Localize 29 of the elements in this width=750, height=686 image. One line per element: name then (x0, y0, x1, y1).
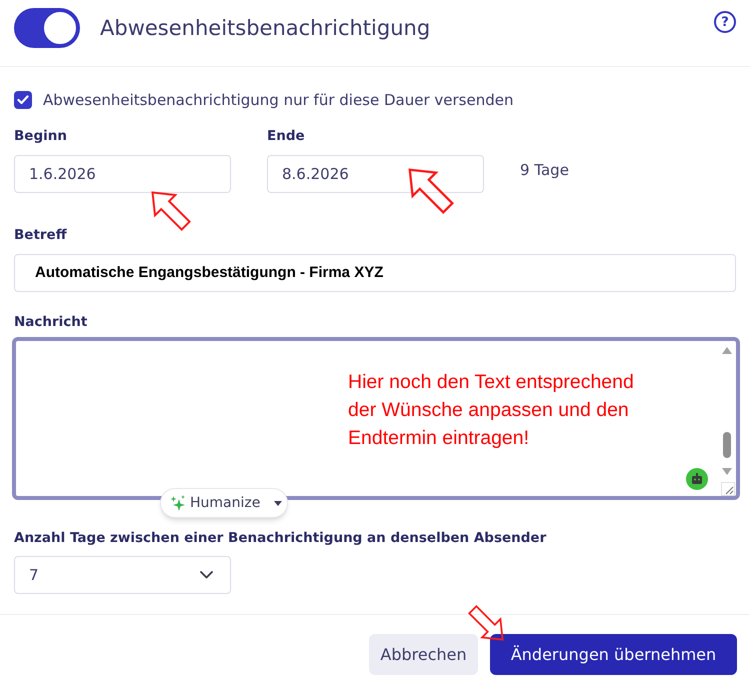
scroll-down-icon[interactable] (722, 468, 732, 475)
robot-icon[interactable] (686, 468, 708, 490)
arrow-icon (407, 168, 455, 214)
start-date-field[interactable]: 1.6.2026 (14, 155, 231, 193)
chevron-down-icon (200, 571, 213, 579)
field-label: Ende (267, 127, 306, 145)
arrow-icon (151, 191, 191, 231)
annotation-text: Hier noch den Text entsprechend der Wünsche anpassen und den Endtermin eintragen! (348, 370, 634, 451)
interval-select[interactable]: 7 (14, 556, 231, 594)
checkbox-label: Abwesenheitsbenachrichtigung nur für diese Dauer versenden (43, 90, 514, 111)
scrollbar-thumb[interactable] (723, 432, 731, 458)
checkbox[interactable] (14, 91, 32, 109)
subject-field[interactable]: Automatische Engangsbestätigungn - Firma XYZ (14, 254, 736, 292)
help-button[interactable]: ? (714, 11, 736, 33)
end-date-field[interactable]: 8.6.2026 (267, 155, 484, 193)
cancel-button[interactable]: Abbrechen (369, 634, 478, 675)
field-label: Nachricht (14, 313, 88, 331)
arrow-icon (468, 605, 504, 641)
humanize-button[interactable]: Humanize (160, 488, 288, 518)
scroll-up-icon[interactable] (722, 347, 732, 354)
field-label: Betreff (14, 226, 68, 244)
apply-button[interactable]: Änderungen übernehmen (490, 634, 737, 675)
field-label: Beginn (14, 127, 68, 145)
sparkle-icon (170, 495, 186, 511)
resize-grip-icon[interactable] (721, 482, 735, 496)
field-label: Anzahl Tage zwischen einer Benachrichtigung an denselben Absender (14, 529, 548, 547)
dialog-title: Abwesenheitsbenachrichtigung (100, 15, 430, 42)
duration-text: 9 Tage (520, 160, 569, 181)
toggle-switch[interactable] (14, 8, 80, 48)
